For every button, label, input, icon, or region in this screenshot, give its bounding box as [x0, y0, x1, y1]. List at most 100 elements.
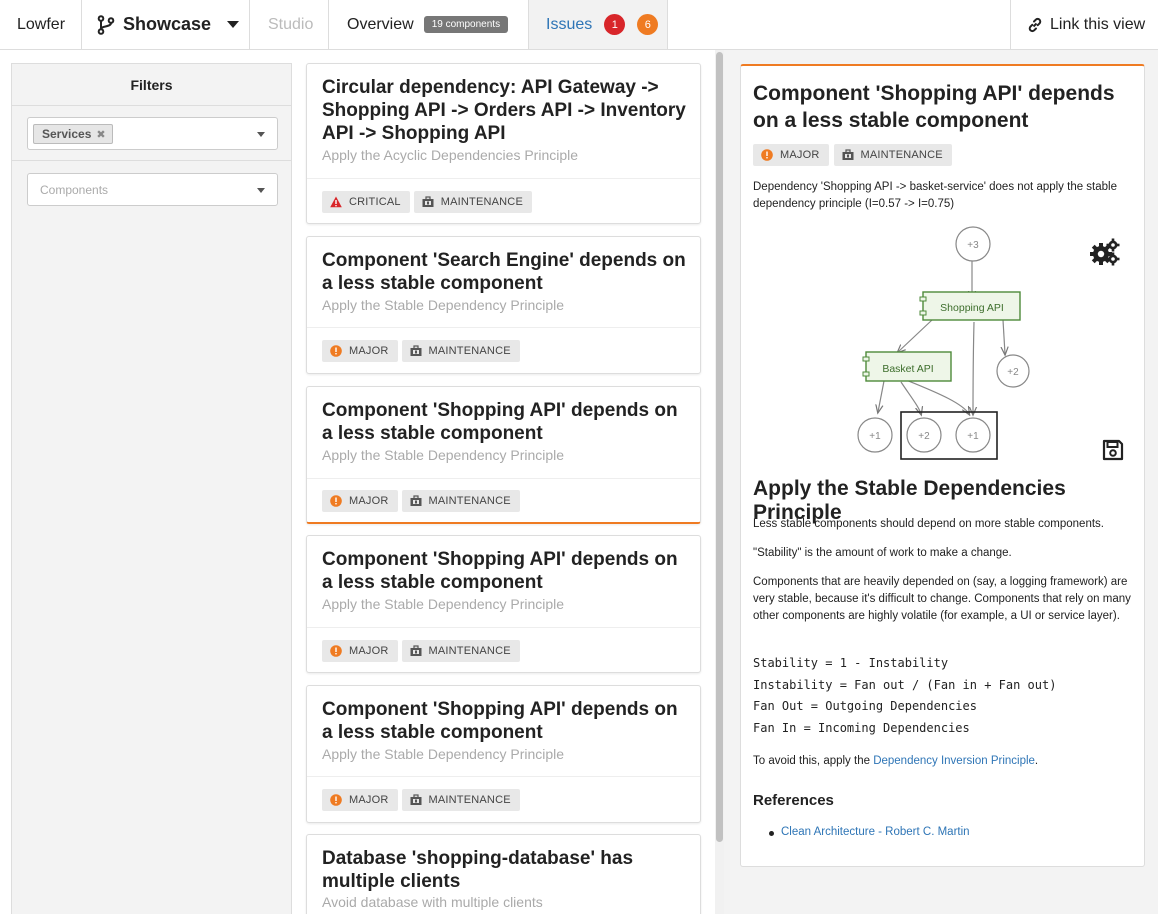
critical-count-badge: 1 — [604, 14, 626, 35]
toolbox-icon — [422, 196, 434, 207]
graph-node-label: +1 — [967, 431, 979, 442]
detail-title: Component 'Shopping API' depends on a le… — [753, 82, 1115, 132]
remove-chip-icon[interactable]: ✖ — [96, 128, 105, 141]
formula-line: Fan Out = Outgoing Dependencies — [753, 699, 977, 713]
top-bar: Lowfer Showcase Studio Overview 19 compo… — [0, 0, 1158, 50]
issue-title: Database 'shopping-database' has multipl… — [322, 848, 634, 892]
issue-card[interactable]: Component 'Shopping API' depends on a le… — [306, 535, 701, 673]
brand-link[interactable]: Lowfer — [17, 0, 65, 49]
filters-title: Filters — [12, 64, 291, 106]
issue-list: Circular dependency: API Gateway -> Shop… — [306, 63, 701, 914]
issue-principle: Apply the Acyclic Dependencies Principle — [322, 147, 579, 163]
toolbox-icon — [410, 495, 421, 506]
principle-paragraph: "Stability" is the amount of work to mak… — [753, 547, 1012, 559]
divider — [81, 0, 82, 49]
formula-line: Stability = 1 - Instability — [753, 656, 949, 670]
issue-card[interactable]: Component 'Shopping API' depends on a le… — [306, 685, 701, 823]
filter-chip-services[interactable]: Services ✖ — [33, 124, 113, 144]
category-label: MAINTENANCE — [428, 495, 511, 507]
project-switcher[interactable]: Showcase — [97, 0, 240, 49]
issue-title: Component 'Shopping API' depends on a le… — [322, 699, 678, 743]
issue-tags: CRITICAL MAINTENANCE — [322, 191, 532, 213]
graph-node-label: Shopping API — [940, 302, 1004, 314]
major-count-badge: 6 — [637, 14, 659, 35]
save-icon[interactable] — [1101, 438, 1125, 462]
category-tag: MAINTENANCE — [401, 490, 520, 512]
issue-principle: Apply the Stable Dependency Principle — [322, 596, 565, 612]
services-filter-select[interactable]: Services ✖ — [27, 117, 278, 150]
severity-tag: MAJOR — [322, 340, 398, 362]
category-tag: MAINTENANCE — [833, 144, 952, 166]
chevron-down-icon — [257, 132, 265, 137]
link-icon — [1028, 17, 1042, 32]
filter-chip-label: Services — [42, 127, 92, 141]
category-label: MAINTENANCE — [860, 149, 943, 161]
references-title: References — [753, 792, 834, 809]
divider — [307, 178, 700, 179]
severity-label: MAJOR — [349, 495, 389, 507]
divider — [307, 627, 700, 628]
link-this-view-button[interactable]: Link this view — [1027, 0, 1145, 49]
graph-node-label: +1 — [869, 431, 881, 442]
toolbox-icon — [410, 645, 421, 656]
graph-edge — [900, 381, 921, 414]
severity-label: MAJOR — [780, 149, 820, 161]
reference-link[interactable]: Clean Architecture - Robert C. Martin — [769, 826, 970, 838]
category-tag: MAINTENANCE — [401, 640, 520, 662]
divider — [249, 0, 250, 49]
formula-line: Fan In = Incoming Dependencies — [753, 721, 970, 735]
issue-card-selected[interactable]: Component 'Shopping API' depends on a le… — [306, 386, 701, 524]
category-label: MAINTENANCE — [428, 645, 511, 657]
git-branch-icon — [97, 14, 115, 35]
warning-triangle-icon — [330, 196, 342, 208]
detail-tags: MAJOR MAINTENANCE — [753, 144, 952, 166]
divider — [307, 776, 700, 777]
severity-label: MAJOR — [349, 794, 389, 806]
components-filter-select[interactable]: Components — [27, 173, 278, 206]
tab-overview-label: Overview — [347, 15, 414, 33]
avoid-suffix: . — [1034, 755, 1039, 767]
principle-paragraph: Less stable components should depend on … — [753, 518, 1104, 530]
exclamation-circle-icon — [330, 495, 342, 507]
graph-edge — [973, 321, 974, 414]
scrollbar-thumb[interactable] — [716, 52, 723, 842]
tab-overview[interactable]: Overview 19 components — [347, 0, 509, 49]
divider — [307, 327, 700, 328]
category-tag: MAINTENANCE — [413, 191, 532, 213]
divider — [1010, 0, 1011, 49]
issue-card[interactable]: Database 'shopping-database' has multipl… — [306, 834, 701, 914]
link-this-view-label: Link this view — [1050, 15, 1146, 33]
severity-tag: MAJOR — [322, 640, 398, 662]
caret-down-icon — [227, 20, 240, 28]
principle-paragraph: Components that are heavily depended on … — [753, 576, 1131, 622]
tab-studio[interactable]: Studio — [268, 0, 313, 49]
severity-tag: MAJOR — [753, 144, 829, 166]
filters-panel: Filters Services ✖ Components — [11, 63, 292, 914]
tab-issues[interactable]: Issues 1 6 — [546, 0, 659, 49]
severity-tag: MAJOR — [322, 789, 398, 811]
graph-edge — [898, 319, 933, 352]
settings-gears-icon[interactable] — [1089, 238, 1121, 266]
issue-list-scrollbar[interactable] — [715, 50, 724, 914]
graph-node-label: Basket API — [882, 363, 933, 375]
issue-card[interactable]: Component 'Search Engine' depends on a l… — [306, 236, 701, 374]
exclamation-circle-icon — [330, 645, 342, 657]
tab-issues-label: Issues — [546, 15, 593, 33]
exclamation-circle-icon — [330, 794, 342, 806]
issue-detail-panel: Component 'Shopping API' depends on a le… — [740, 64, 1145, 867]
exclamation-circle-icon — [330, 345, 342, 357]
issue-tags: MAJOR MAINTENANCE — [322, 490, 520, 512]
exclamation-circle-icon — [761, 149, 773, 161]
issue-card[interactable]: Circular dependency: API Gateway -> Shop… — [306, 63, 701, 224]
issue-principle: Apply the Stable Dependency Principle — [322, 447, 565, 463]
issue-principle: Apply the Stable Dependency Principle — [322, 746, 565, 762]
dependency-inversion-link[interactable]: Dependency Inversion Principle — [873, 755, 1035, 767]
detail-description: Dependency 'Shopping API -> basket-servi… — [753, 181, 1117, 210]
category-label: MAINTENANCE — [428, 345, 511, 357]
divider — [328, 0, 329, 49]
issue-title: Circular dependency: API Gateway -> Shop… — [322, 77, 686, 144]
graph-edge — [905, 379, 969, 414]
chevron-down-icon — [257, 188, 265, 193]
issue-principle: Avoid database with multiple clients — [322, 894, 543, 910]
graph-node-label: +2 — [918, 431, 930, 442]
